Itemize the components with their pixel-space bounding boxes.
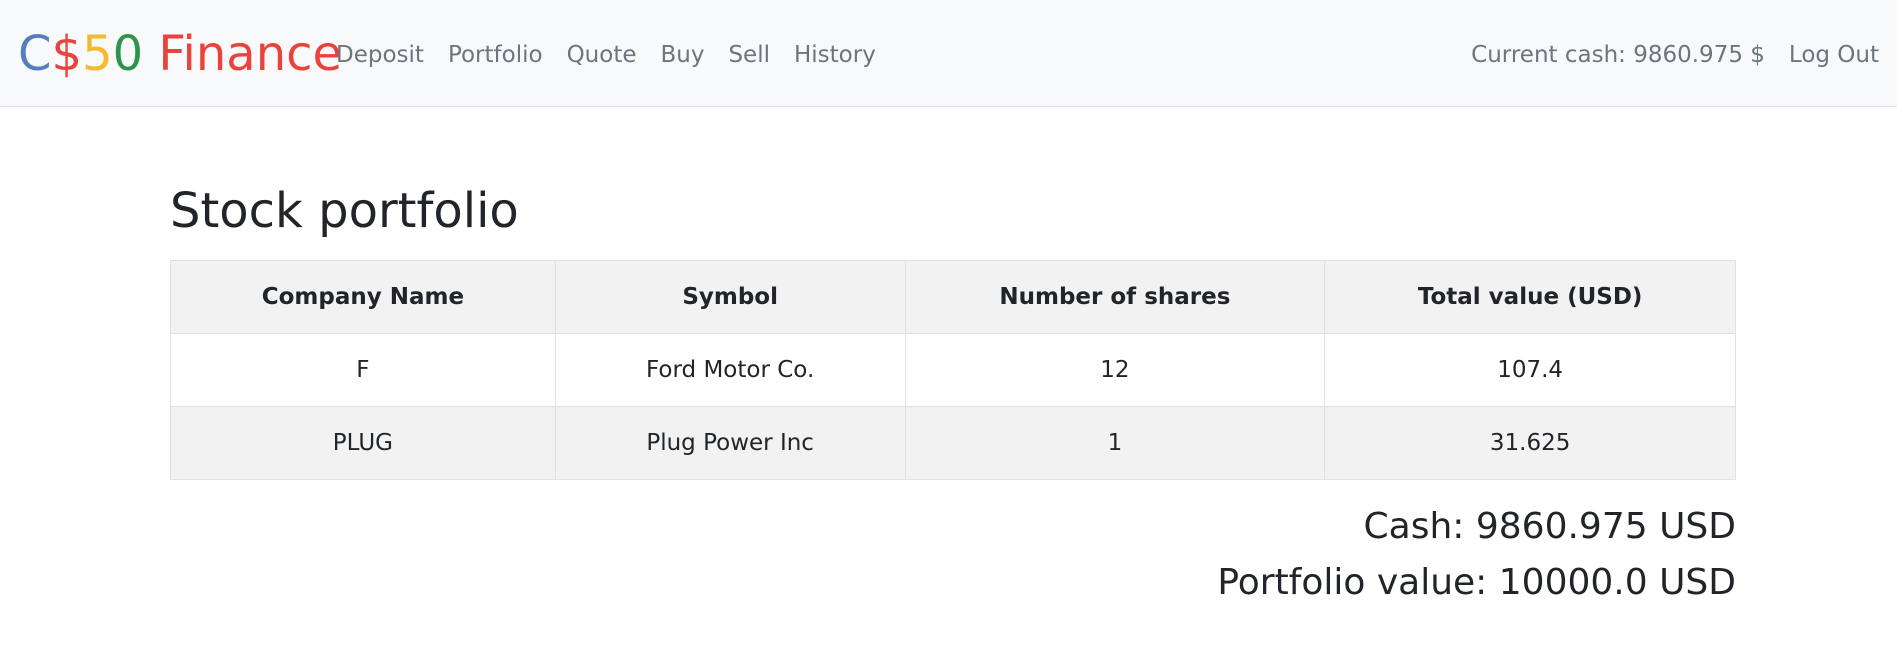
table-cell: Ford Motor Co. xyxy=(554,333,906,407)
brand-dollar: $ xyxy=(51,26,83,82)
nav-link-history[interactable]: History xyxy=(794,40,876,70)
table-cell: 107.4 xyxy=(1324,333,1736,407)
table-cell: F xyxy=(170,333,556,407)
brand-five: 5 xyxy=(82,26,113,82)
table-row: PLUG Plug Power Inc 1 31.625 xyxy=(170,406,1736,480)
current-cash-text: Current cash: 9860.975 $ xyxy=(1471,42,1765,68)
nav-links: Deposit Portfolio Quote Buy Sell History xyxy=(336,40,876,70)
column-header-number-of-shares: Number of shares xyxy=(904,260,1326,334)
cash-summary: Cash: 9860.975 USD xyxy=(1363,506,1736,547)
column-header-symbol: Symbol xyxy=(554,260,906,334)
nav-right: Current cash: 9860.975 $ Log Out xyxy=(1471,40,1879,70)
nav-link-deposit[interactable]: Deposit xyxy=(336,40,424,70)
brand-logo-link[interactable]: C$50 Finance xyxy=(18,24,342,84)
table-row: F Ford Motor Co. 12 107.4 xyxy=(170,333,1736,407)
table-cell: Plug Power Inc xyxy=(554,406,906,480)
nav-link-sell[interactable]: Sell xyxy=(728,40,770,70)
portfolio-value-summary: Portfolio value: 10000.0 USD xyxy=(1217,562,1736,603)
page-title: Stock portfolio xyxy=(170,183,519,239)
brand-finance: Finance xyxy=(143,26,343,82)
table-cell: 1 xyxy=(904,406,1326,480)
brand-c: C xyxy=(18,26,52,82)
column-header-total-value: Total value (USD) xyxy=(1324,260,1736,334)
logout-link[interactable]: Log Out xyxy=(1789,40,1879,70)
nav-link-portfolio[interactable]: Portfolio xyxy=(448,40,543,70)
column-header-company-name: Company Name xyxy=(170,260,556,334)
table-cell: 12 xyxy=(904,333,1326,407)
portfolio-table: Company Name Symbol Number of shares Tot… xyxy=(170,260,1736,480)
table-header-row: Company Name Symbol Number of shares Tot… xyxy=(170,260,1736,334)
navbar: C$50 Finance Deposit Portfolio Quote Buy… xyxy=(0,0,1897,107)
brand-zero: 0 xyxy=(112,26,144,82)
table-cell: 31.625 xyxy=(1324,406,1736,480)
table-cell: PLUG xyxy=(170,406,556,480)
nav-link-buy[interactable]: Buy xyxy=(660,40,704,70)
nav-link-quote[interactable]: Quote xyxy=(567,40,637,70)
